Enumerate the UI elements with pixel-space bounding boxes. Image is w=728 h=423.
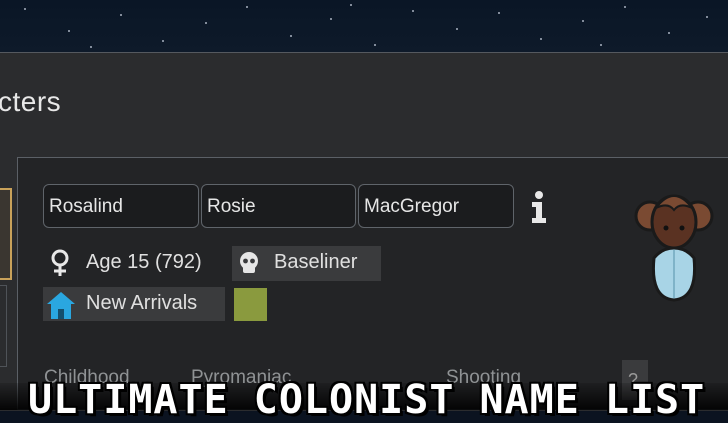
left-tab[interactable]	[0, 285, 7, 367]
faction-label: New Arrivals	[86, 292, 198, 314]
info-icon[interactable]	[527, 190, 551, 224]
left-selected-tab[interactable]	[0, 188, 12, 280]
xenotype-label: Baseliner	[274, 251, 358, 273]
last-name-field[interactable]: MacGregor	[358, 184, 514, 228]
title-banner: ULTIMATE COLONIST NAME LIST	[28, 377, 706, 423]
window-title: cters	[0, 86, 62, 117]
pawn-portrait	[634, 194, 714, 302]
starfield-background	[0, 0, 728, 55]
female-icon	[51, 249, 69, 276]
house-icon	[47, 292, 75, 319]
favorite-color-swatch[interactable]	[234, 288, 267, 321]
age-label: Age 15 (792)	[86, 251, 202, 273]
nickname-field[interactable]: Rosie	[201, 184, 356, 228]
skull-icon	[240, 252, 258, 273]
first-name-field[interactable]: Rosalind	[43, 184, 199, 228]
